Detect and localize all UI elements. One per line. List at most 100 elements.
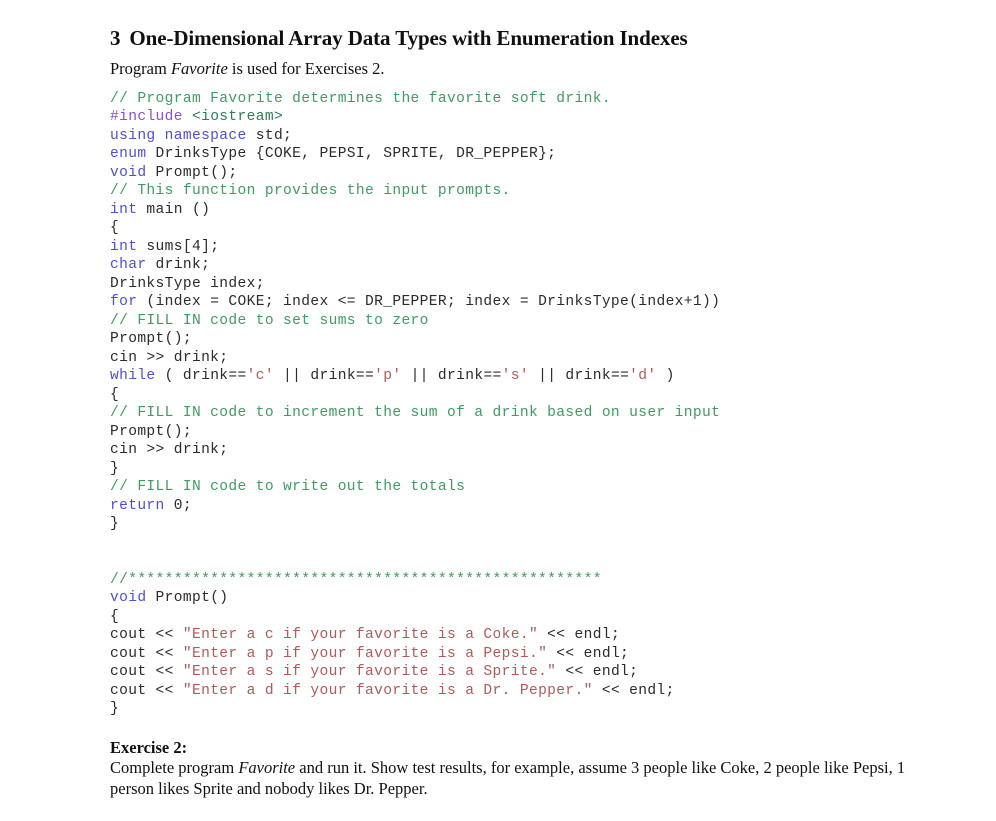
code-line: cout << "Enter a s if your favorite is a… xyxy=(110,663,910,682)
code-token: // Program Favorite determines the favor… xyxy=(110,90,611,107)
code-line: using namespace std; xyxy=(110,127,910,146)
code-token: cout << xyxy=(110,645,183,662)
code-token: Prompt(); xyxy=(146,164,238,181)
code-token: Prompt() xyxy=(146,590,229,607)
code-token: "Enter a d if your favorite is a Dr. Pep… xyxy=(182,682,593,699)
code-token: int xyxy=(110,201,138,218)
intro-paragraph: Program Favorite is used for Exercises 2… xyxy=(110,59,910,80)
code-token: || drink== xyxy=(401,368,502,385)
document-page: 3 One-Dimensional Array Data Types with E… xyxy=(0,0,996,821)
section-number: 3 xyxy=(110,26,121,50)
code-line: cout << "Enter a c if your favorite is a… xyxy=(110,626,910,645)
exercise-text-before: Complete program xyxy=(110,758,239,778)
code-line: // FILL IN code to increment the sum of … xyxy=(110,404,910,423)
code-token: } xyxy=(110,701,120,718)
section-title-text: One-Dimensional Array Data Types with En… xyxy=(129,26,688,50)
code-token: "Enter a p if your favorite is a Pepsi." xyxy=(182,645,548,662)
code-token: main () xyxy=(137,201,211,218)
code-line: for (index = COKE; index <= DR_PEPPER; i… xyxy=(110,293,910,312)
code-token: cout << xyxy=(110,627,183,644)
code-token: std; xyxy=(246,127,293,144)
code-token: DrinksType index; xyxy=(110,275,265,292)
code-token: DrinksType {COKE, PEPSI, SPRITE, DR_PEPP… xyxy=(146,146,557,163)
code-line: // FILL IN code to set sums to zero xyxy=(110,312,910,331)
code-token: << endl; xyxy=(592,682,675,699)
code-token: } xyxy=(110,516,120,533)
code-line: return 0; xyxy=(110,497,910,516)
code-token: using namespace xyxy=(110,127,247,144)
code-token: enum xyxy=(110,146,147,163)
code-token: int xyxy=(110,238,138,255)
code-line: // FILL IN code to write out the totals xyxy=(110,478,910,497)
code-token: ) xyxy=(656,368,675,385)
code-token: void xyxy=(110,164,147,181)
code-line: { xyxy=(110,386,910,405)
code-token: } xyxy=(110,460,120,477)
code-token: cin >> drink; xyxy=(110,349,229,366)
code-token: << endl; xyxy=(547,645,630,662)
code-line: int main () xyxy=(110,201,910,220)
code-line: { xyxy=(110,219,910,238)
code-token: ( drink== xyxy=(155,368,247,385)
intro-program-name: Favorite xyxy=(170,59,228,79)
code-line: void Prompt() xyxy=(110,589,910,608)
code-line: cin >> drink; xyxy=(110,441,910,460)
code-token: cin >> drink; xyxy=(110,442,229,459)
code-token: 'd' xyxy=(629,368,657,385)
intro-text-after: is used for Exercises 2. xyxy=(227,59,385,79)
code-token: "Enter a c if your favorite is a Coke." xyxy=(182,627,539,644)
code-token: Prompt(); xyxy=(110,331,192,348)
code-token: return xyxy=(110,497,165,514)
code-line: Prompt(); xyxy=(110,330,910,349)
code-token: { xyxy=(110,220,120,237)
code-token: // FILL IN code to write out the totals xyxy=(110,479,466,496)
code-token: { xyxy=(110,608,120,625)
code-token: "Enter a s if your favorite is a Sprite.… xyxy=(182,664,557,681)
code-line: #include <iostream> xyxy=(110,108,910,127)
code-line: // This function provides the input prom… xyxy=(110,182,910,201)
code-token: sums[4]; xyxy=(137,238,220,255)
code-token: char xyxy=(110,257,147,274)
intro-text-before: Program xyxy=(110,59,171,79)
code-token: //**************************************… xyxy=(110,571,602,588)
page-title: 3 One-Dimensional Array Data Types with E… xyxy=(110,26,910,51)
code-line: } xyxy=(110,700,910,719)
code-token: while xyxy=(110,368,156,385)
code-line: DrinksType index; xyxy=(110,275,910,294)
code-line: { xyxy=(110,608,910,627)
code-line: cout << "Enter a p if your favorite is a… xyxy=(110,645,910,664)
code-token: Prompt(); xyxy=(110,423,192,440)
code-line: Prompt(); xyxy=(110,423,910,442)
code-line: enum DrinksType {COKE, PEPSI, SPRITE, DR… xyxy=(110,145,910,164)
code-token: <iostream> xyxy=(191,109,284,126)
code-token: for xyxy=(110,294,138,311)
code-token: || drink== xyxy=(273,368,375,385)
code-line: // Program Favorite determines the favor… xyxy=(110,90,910,109)
code-line: cin >> drink; xyxy=(110,349,910,368)
code-token: 'c' xyxy=(246,368,274,385)
code-token: 0; xyxy=(164,497,192,514)
code-token: { xyxy=(110,386,120,403)
exercise-heading: Exercise 2: xyxy=(110,737,188,757)
code-line: } xyxy=(110,515,910,534)
code-token: drink; xyxy=(146,257,211,274)
code-token: // FILL IN code to set sums to zero xyxy=(110,312,429,329)
exercise-description: Complete program Favorite and run it. Sh… xyxy=(110,758,910,800)
code-token: cout << xyxy=(110,664,183,681)
code-token: << endl; xyxy=(538,627,621,644)
code-line: int sums[4]; xyxy=(110,238,910,257)
code-line: } xyxy=(110,460,910,479)
code-token: 's' xyxy=(501,368,529,385)
code-token: // This function provides the input prom… xyxy=(110,183,511,200)
exercise-section: Exercise 2: Complete program Favorite an… xyxy=(110,737,910,800)
code-line: void Prompt(); xyxy=(110,164,910,183)
code-line: while ( drink=='c' || drink=='p' || drin… xyxy=(110,367,910,386)
code-token: #include xyxy=(110,109,183,126)
code-token: // FILL IN code to increment the sum of … xyxy=(110,405,721,422)
code-line: cout << "Enter a d if your favorite is a… xyxy=(110,682,910,701)
code-token: cout << xyxy=(110,682,183,699)
document-content: 3 One-Dimensional Array Data Types with E… xyxy=(110,26,910,800)
code-line: //**************************************… xyxy=(110,571,910,590)
code-token: (index = COKE; index <= DR_PEPPER; index… xyxy=(137,294,721,311)
